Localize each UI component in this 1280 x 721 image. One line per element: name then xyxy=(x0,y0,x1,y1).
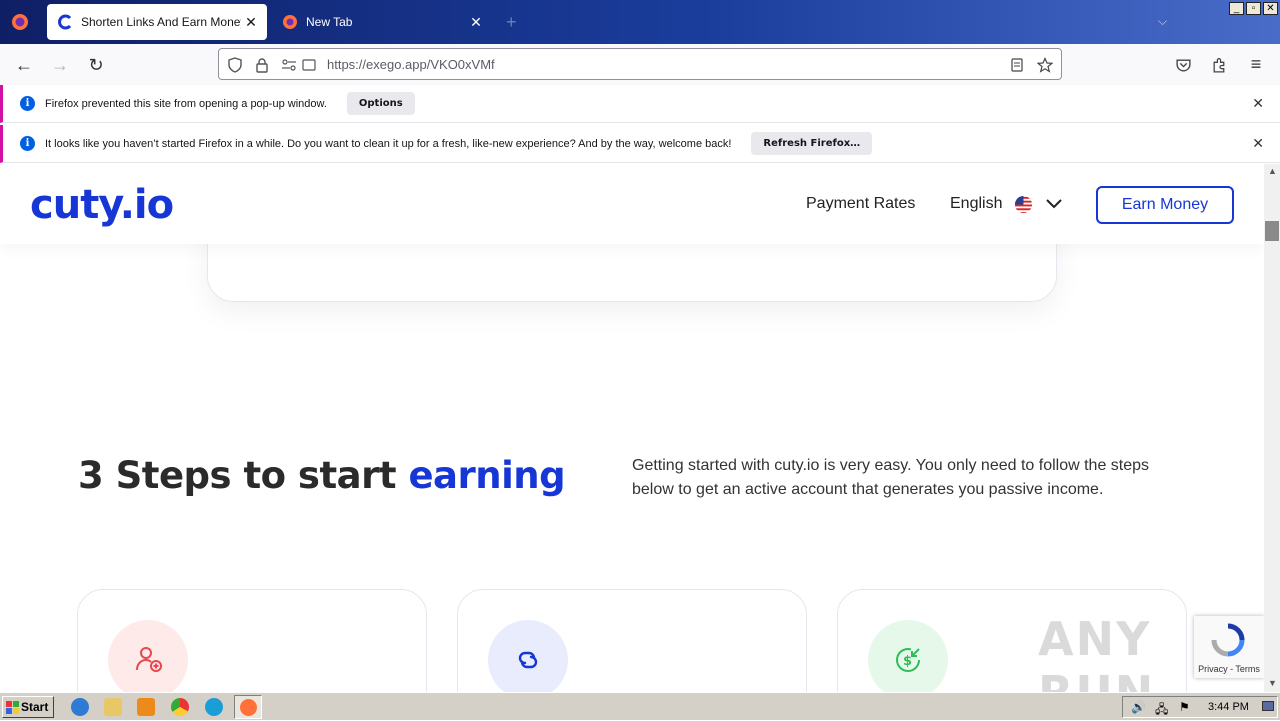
us-flag-icon xyxy=(1014,195,1033,214)
shield-icon[interactable] xyxy=(227,57,243,73)
windows-taskbar: Start 🔊 🖧 ⚑ 3:44 PM xyxy=(0,692,1280,720)
ie-icon[interactable] xyxy=(71,698,89,716)
bookmark-star-icon[interactable] xyxy=(1037,57,1053,73)
media-player-icon[interactable] xyxy=(137,698,155,716)
options-button[interactable]: Options xyxy=(346,92,415,115)
chevron-down-icon[interactable] xyxy=(1045,197,1063,211)
url-bar[interactable]: https://exego.app/VKO0xVMf xyxy=(218,48,1062,80)
site-logo[interactable]: cuty.io xyxy=(30,182,174,228)
language-selector[interactable]: English xyxy=(950,195,1002,213)
hamburger-menu-icon[interactable]: ≡ xyxy=(1245,53,1267,75)
close-icon[interactable]: ✕ xyxy=(1252,135,1264,152)
navigation-toolbar: ← → ↻ https://exego.app/VKO0xVMf ≡ xyxy=(0,44,1280,86)
start-button[interactable]: Start xyxy=(2,696,54,718)
tab-title: Shorten Links And Earn Money | cu xyxy=(81,15,241,29)
close-window-button[interactable]: ✕ xyxy=(1263,2,1278,15)
tab-close-icon[interactable]: ✕ xyxy=(241,14,261,31)
scrollbar-thumb[interactable] xyxy=(1265,221,1279,241)
step-icon-circle: $ xyxy=(868,620,948,692)
tab-strip: Shorten Links And Earn Money | cu ✕ New … xyxy=(0,0,1280,44)
page-icon[interactable] xyxy=(301,57,317,73)
pocket-icon[interactable] xyxy=(1175,57,1192,74)
tab-active[interactable]: Shorten Links And Earn Money | cu ✕ xyxy=(47,4,267,40)
step-card-register xyxy=(77,589,427,692)
notification-text: It looks like you haven’t started Firefo… xyxy=(45,137,732,150)
clock[interactable]: 3:44 PM xyxy=(1208,701,1249,713)
chrome-icon[interactable] xyxy=(171,698,189,716)
folder-icon[interactable] xyxy=(104,698,122,716)
link-icon xyxy=(518,651,538,669)
site-header: cuty.io Payment Rates English Earn Money xyxy=(0,164,1264,244)
recaptcha-badge[interactable]: Privacy - Terms xyxy=(1194,616,1264,678)
refresh-firefox-button[interactable]: Refresh Firefox… xyxy=(751,132,873,155)
network-icon[interactable]: 🖧 xyxy=(1155,700,1168,721)
payment-rates-link[interactable]: Payment Rates xyxy=(806,195,915,213)
firefox-menu-icon[interactable] xyxy=(10,12,30,32)
back-icon[interactable]: ← xyxy=(13,54,35,76)
restore-button[interactable]: ▫ xyxy=(1246,2,1261,15)
refresh-firefox-notification: i It looks like you haven’t started Fire… xyxy=(0,125,1280,163)
url-text[interactable]: https://exego.app/VKO0xVMf xyxy=(327,57,495,72)
svg-text:$: $ xyxy=(903,654,912,669)
firefox-taskbar-button[interactable] xyxy=(234,695,262,719)
forward-icon[interactable]: → xyxy=(49,54,71,76)
minimize-button[interactable]: _ xyxy=(1229,2,1244,15)
tab-new-tab[interactable]: New Tab ✕ xyxy=(272,4,492,40)
steps-heading-highlight: earning xyxy=(408,454,566,497)
tab-title: New Tab xyxy=(306,15,353,29)
info-icon: i xyxy=(20,96,35,111)
step-icon-circle xyxy=(488,620,568,692)
steps-heading-text: 3 Steps to start xyxy=(78,454,409,497)
scroll-down-icon[interactable]: ▼ xyxy=(1268,678,1277,688)
tab-close-icon[interactable]: ✕ xyxy=(466,14,486,31)
show-desktop-icon[interactable] xyxy=(1262,701,1274,711)
volume-icon[interactable]: 🔊 xyxy=(1131,700,1146,714)
lock-icon[interactable] xyxy=(254,57,270,73)
extensions-icon[interactable] xyxy=(1211,57,1228,74)
close-icon[interactable]: ✕ xyxy=(1252,95,1264,112)
money-icon: $ xyxy=(896,647,920,672)
reader-view-icon[interactable] xyxy=(1009,57,1025,73)
steps-heading: 3 Steps to start earning xyxy=(78,454,566,497)
cuty-favicon-icon xyxy=(58,14,72,30)
recaptcha-text[interactable]: Privacy - Terms xyxy=(1194,664,1264,674)
new-tab-button[interactable]: + xyxy=(506,12,517,33)
start-label: Start xyxy=(21,700,49,714)
flag-icon[interactable]: ⚑ xyxy=(1179,700,1190,714)
edge-icon[interactable] xyxy=(205,698,223,716)
reload-icon[interactable]: ↻ xyxy=(85,54,107,76)
scroll-up-icon[interactable]: ▲ xyxy=(1268,166,1277,176)
page-scrollbar[interactable]: ▲ ▼ xyxy=(1264,164,1280,692)
firefox-icon xyxy=(240,699,257,716)
firefox-favicon-icon xyxy=(283,15,297,29)
steps-intro: Getting started with cuty.io is very eas… xyxy=(632,457,1150,498)
permissions-icon[interactable] xyxy=(281,57,297,73)
earn-money-button[interactable]: Earn Money xyxy=(1096,186,1234,224)
list-all-tabs-icon[interactable]: ⌵ xyxy=(1158,14,1167,29)
info-icon: i xyxy=(20,136,35,151)
step-card-shorten xyxy=(457,589,807,692)
popup-blocked-notification: i Firefox prevented this site from openi… xyxy=(0,85,1280,123)
recaptcha-icon xyxy=(1211,623,1245,657)
windows-logo-icon xyxy=(6,701,19,714)
step-icon-circle xyxy=(108,620,188,692)
notification-text: Firefox prevented this site from opening… xyxy=(45,97,327,110)
add-user-icon xyxy=(136,647,162,672)
system-tray: 🔊 🖧 ⚑ xyxy=(1122,696,1278,718)
